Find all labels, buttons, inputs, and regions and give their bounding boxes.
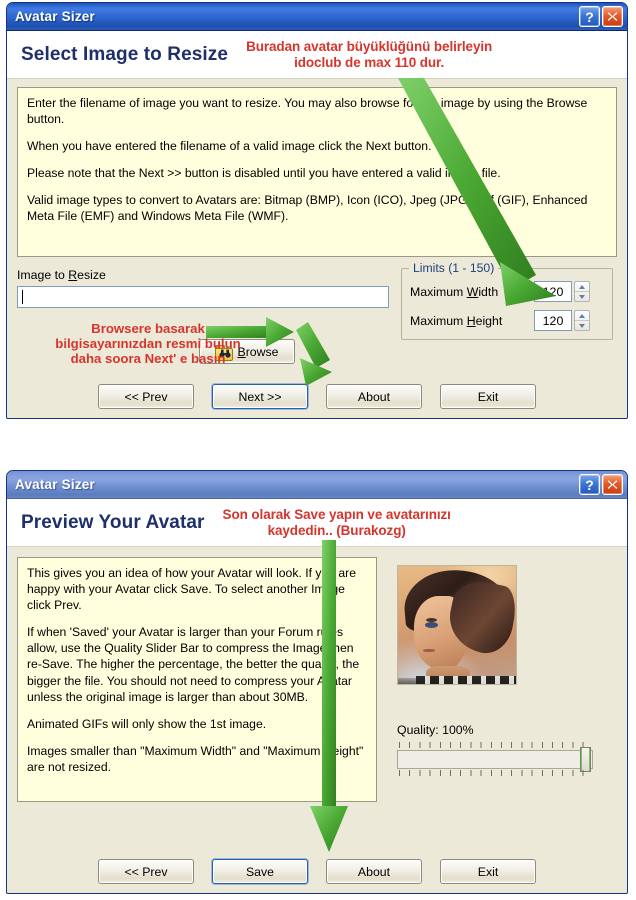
- instruction-paragraph: Images smaller than "Maximum Width" and …: [27, 743, 364, 774]
- titlebar-dialog1[interactable]: Avatar Sizer ?: [7, 3, 627, 31]
- stepper-down-icon[interactable]: [575, 321, 589, 330]
- instruction-paragraph: This gives you an idea of how your Avata…: [27, 566, 357, 613]
- slider-ticks-top: [399, 742, 591, 748]
- background-gap: [0, 419, 636, 470]
- footer-buttons-dialog1: << Prev Next >> About Exit: [7, 384, 627, 409]
- maximum-height-input[interactable]: 120: [534, 310, 572, 331]
- maximum-width-stepper[interactable]: [574, 281, 590, 302]
- close-icon[interactable]: [602, 6, 623, 27]
- instruction-paragraph: Please note that the Next >> button is d…: [27, 166, 501, 181]
- client-area-dialog2: This gives you an idea of how your Avata…: [7, 547, 627, 892]
- header-band-dialog2: Preview Your Avatar Son olarak Save yapı…: [7, 499, 627, 547]
- titlebar-buttons: ?: [579, 474, 623, 495]
- maximum-height-row: Maximum Height 120: [410, 310, 604, 331]
- slider-thumb[interactable]: [580, 747, 591, 772]
- save-button[interactable]: Save: [212, 859, 308, 884]
- maximum-width-input[interactable]: 120: [534, 281, 572, 302]
- instruction-paragraph: If when 'Saved' your Avatar is larger th…: [27, 625, 360, 704]
- quality-label: Quality: 100%: [397, 723, 474, 737]
- limits-group-title: Limits (1 - 150): [409, 261, 499, 275]
- help-icon[interactable]: ?: [579, 6, 600, 27]
- titlebar-dialog2[interactable]: Avatar Sizer ?: [7, 471, 627, 499]
- maximum-width-row: Maximum Width 120: [410, 281, 604, 302]
- help-icon[interactable]: ?: [579, 474, 600, 495]
- maximum-width-label: Maximum Width: [410, 284, 499, 299]
- preview-column: Quality: 100%: [397, 557, 605, 802]
- instruction-paragraph: Enter the filename of image you want to …: [27, 96, 588, 127]
- maximum-height-stepper[interactable]: [574, 310, 590, 331]
- window-title: Avatar Sizer: [15, 9, 95, 24]
- quality-slider[interactable]: [397, 742, 593, 776]
- stepper-up-icon[interactable]: [575, 282, 589, 292]
- annotation-save: Son olarak Save yapın ve avatarınızı kay…: [222, 507, 451, 538]
- page-title: Select Image to Resize: [21, 43, 229, 65]
- dialog-preview-avatar: Avatar Sizer ? Preview Your Avatar Son o…: [6, 470, 628, 894]
- about-button[interactable]: About: [326, 859, 422, 884]
- exit-button[interactable]: Exit: [440, 859, 536, 884]
- annotation-limits: Buradan avatar büyüklüğünü belirleyin id…: [246, 39, 493, 70]
- titlebar-buttons: ?: [579, 6, 623, 27]
- stepper-down-icon[interactable]: [575, 292, 589, 301]
- stepper-up-icon[interactable]: [575, 311, 589, 321]
- preview-instructions-panel: This gives you an idea of how your Avata…: [17, 557, 377, 802]
- instruction-paragraph: When you have entered the filename of a …: [27, 139, 432, 154]
- maximum-height-label: Maximum Height: [410, 313, 503, 328]
- text-caret: [22, 290, 23, 304]
- close-icon[interactable]: [602, 474, 623, 495]
- instructions-panel: Enter the filename of image you want to …: [17, 87, 617, 257]
- instruction-paragraph: Animated GIFs will only show the 1st ima…: [27, 716, 267, 731]
- instruction-paragraph: Valid image types to convert to Avatars …: [27, 193, 588, 224]
- next-button[interactable]: Next >>: [212, 384, 308, 409]
- preview-row: This gives you an idea of how your Avata…: [17, 557, 617, 802]
- exit-button[interactable]: Exit: [440, 384, 536, 409]
- help-glyph: ?: [585, 8, 594, 25]
- prev-button[interactable]: << Prev: [98, 859, 194, 884]
- slider-track[interactable]: [397, 750, 593, 769]
- annotation-browse-text: Browsere basarak bilgisayarınızdan resmi…: [55, 321, 241, 366]
- prev-button[interactable]: << Prev: [98, 384, 194, 409]
- page-title: Preview Your Avatar: [21, 511, 205, 533]
- avatar-preview-image: [397, 565, 517, 685]
- image-path-input[interactable]: [17, 286, 389, 308]
- limits-groupbox: Limits (1 - 150) Maximum Width 120 Maxim…: [401, 261, 613, 340]
- footer-buttons-dialog2: << Prev Save About Exit: [7, 859, 627, 884]
- window-title: Avatar Sizer: [15, 477, 95, 492]
- help-glyph: ?: [585, 476, 594, 493]
- header-band-dialog1: Select Image to Resize Buradan avatar bü…: [7, 31, 627, 79]
- image-to-resize-label: Image to Resize: [17, 268, 106, 282]
- about-button[interactable]: About: [326, 384, 422, 409]
- slider-ticks-bottom: [399, 770, 591, 776]
